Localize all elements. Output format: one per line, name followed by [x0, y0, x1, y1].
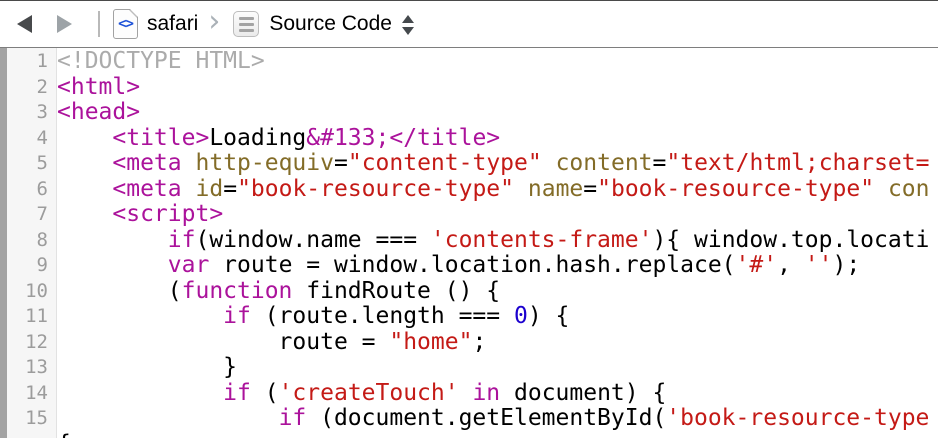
- jump-bar-stepper[interactable]: [402, 15, 414, 35]
- code-area[interactable]: <!DOCTYPE HTML><html><head> <title>Loadi…: [57, 48, 938, 438]
- line-number-gutter: 123456789101112131415: [7, 48, 57, 438]
- code-line[interactable]: <title>Loading&#133;</title>: [57, 126, 938, 152]
- back-button[interactable]: [17, 15, 32, 33]
- code-line[interactable]: if ('createTouch' in document) {: [57, 381, 938, 407]
- code-line[interactable]: if (document.getElementById('book-resour…: [57, 406, 938, 432]
- line-number: 3: [7, 100, 56, 126]
- code-line[interactable]: if (route.length === 0) {: [57, 304, 938, 330]
- breadcrumb-source-code-label: Source Code: [269, 12, 392, 36]
- code-line[interactable]: route = "home";: [57, 330, 938, 356]
- forward-button[interactable]: [57, 15, 72, 33]
- code-line[interactable]: <meta http-equiv="content-type" content=…: [57, 151, 938, 177]
- page-fold: [130, 9, 138, 17]
- line-number: 5: [7, 151, 56, 177]
- code-file-icon: <>: [113, 9, 138, 39]
- line-number: 10: [7, 279, 56, 305]
- line-number: 14: [7, 381, 56, 407]
- line-number: 8: [7, 228, 56, 254]
- line-number: 12: [7, 330, 56, 356]
- breadcrumb-chevron-icon: ›: [208, 7, 220, 37]
- line-number: 7: [7, 202, 56, 228]
- code-line[interactable]: <meta id="book-resource-type" name="book…: [57, 177, 938, 203]
- code-editor: 123456789101112131415 <!DOCTYPE HTML><ht…: [0, 48, 938, 438]
- line-number: 9: [7, 253, 56, 279]
- code-brackets-glyph: <>: [118, 16, 133, 32]
- code-line[interactable]: if(window.name === 'contents-frame'){ wi…: [57, 228, 938, 254]
- stepper-down-icon: [402, 27, 414, 35]
- breadcrumb-source-code-item[interactable]: Source Code: [233, 11, 392, 37]
- line-number: 11: [7, 304, 56, 330]
- code-line[interactable]: {: [57, 432, 938, 438]
- code-line[interactable]: <script>: [57, 202, 938, 228]
- jump-bar: <> safari › Source Code: [0, 0, 938, 48]
- list-icon: [233, 11, 259, 37]
- toolbar-divider: [98, 11, 100, 37]
- code-line[interactable]: }: [57, 355, 938, 381]
- line-number: 4: [7, 126, 56, 152]
- line-number: 1: [7, 49, 56, 75]
- line-number: [7, 432, 56, 438]
- breadcrumb-file-label: safari: [147, 12, 198, 36]
- line-number: 6: [7, 177, 56, 203]
- code-line[interactable]: <html>: [57, 75, 938, 101]
- code-line[interactable]: <!DOCTYPE HTML>: [57, 49, 938, 75]
- line-number: 15: [7, 406, 56, 432]
- left-strip: [0, 48, 7, 438]
- line-number: 2: [7, 75, 56, 101]
- source-editor-window: <> safari › Source Code 1234567891011121…: [0, 0, 938, 438]
- stepper-up-icon: [402, 15, 414, 23]
- breadcrumb-file-item[interactable]: <> safari: [113, 9, 198, 39]
- code-line[interactable]: var route = window.location.hash.replace…: [57, 253, 938, 279]
- code-line[interactable]: <head>: [57, 100, 938, 126]
- code-line[interactable]: (function findRoute () {: [57, 279, 938, 305]
- line-number: 13: [7, 355, 56, 381]
